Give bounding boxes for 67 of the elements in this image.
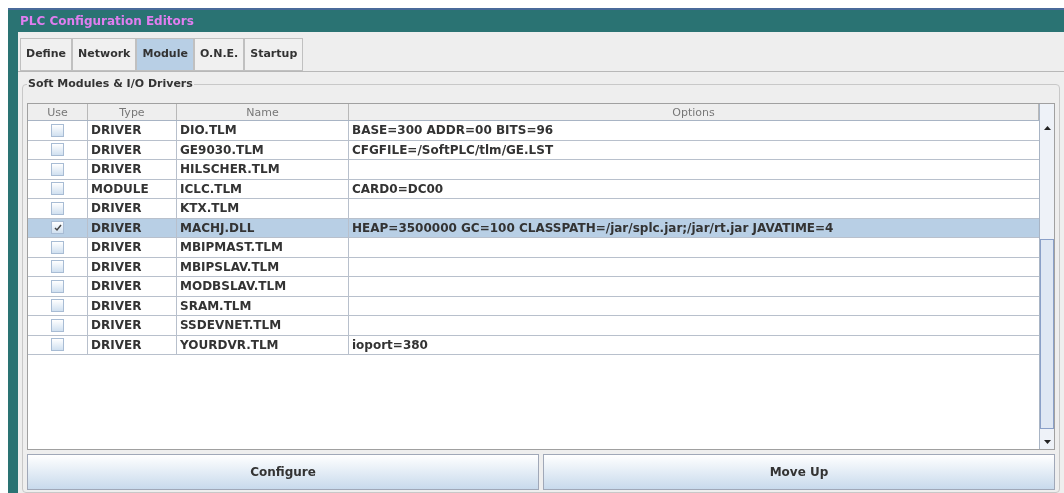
- checkbox[interactable]: [51, 143, 64, 157]
- table-cell-text: SSDEVNET.TLM: [180, 317, 282, 335]
- table-cell-text: CFGFILE=/SoftPLC/tlm/GE.LST: [352, 141, 554, 159]
- tab[interactable]: O.N.E.: [193, 38, 245, 71]
- checkbox[interactable]: [51, 279, 64, 293]
- table-cell-text: ioport=380: [352, 336, 428, 354]
- check-icon: [53, 223, 62, 232]
- table-row[interactable]: DRIVER GE9030.TLM CFGFILE=/SoftPLC/tlm/GE.LST: [28, 140, 1039, 160]
- table-row[interactable]: DRIVER HILSCHER.TLM: [28, 160, 1039, 180]
- checkbox[interactable]: [51, 338, 64, 352]
- table-cell-text: DIO.TLM: [180, 122, 237, 140]
- table-cell-text: DRIVER: [91, 278, 142, 296]
- table-cell-text: HEAP=3500000 GC=100 CLASSPATH=/jar/splc.jar;/jar/rt.jar JAVATIME=4: [352, 219, 834, 237]
- tab[interactable]: Module: [136, 38, 194, 71]
- table-cell-text: MODBSLAV.TLM: [180, 278, 287, 296]
- table-cell-text: BASE=300 ADDR=00 BITS=96: [352, 122, 554, 140]
- table-cell-text: DRIVER: [91, 200, 142, 218]
- table-cell-text: GE9030.TLM: [180, 141, 264, 159]
- checkbox[interactable]: [51, 240, 64, 254]
- table-cell-text: MBIPMAST.TLM: [180, 239, 283, 257]
- checkbox[interactable]: [51, 162, 64, 176]
- table-cell-text: DRIVER: [91, 336, 142, 354]
- scroll-thumb[interactable]: [1040, 239, 1054, 429]
- table-cell-text: MBIPSLAV.TLM: [180, 258, 280, 276]
- table-row[interactable]: DRIVER MACHJ.DLL HEAP=3500000 GC=100 CLASSPATH=/jar/splc.jar;/jar/rt.jar JAVATIME=4: [28, 218, 1039, 238]
- table-cell-text: DRIVER: [91, 297, 142, 315]
- tab[interactable]: Define: [20, 38, 73, 71]
- table-cell-text: CARD0=DC00: [352, 180, 444, 198]
- table-row[interactable]: DRIVER MBIPMAST.TLM: [28, 238, 1039, 258]
- table-cell-text: MODULE: [91, 180, 149, 198]
- table-row[interactable]: MODULE ICLC.TLM CARD0=DC00: [28, 179, 1039, 199]
- checkbox[interactable]: [51, 318, 64, 332]
- table-row[interactable]: DRIVER KTX.TLM: [28, 199, 1039, 219]
- table-row[interactable]: DRIVER MODBSLAV.TLM: [28, 277, 1039, 297]
- scrollbar[interactable]: [1039, 104, 1054, 449]
- column-header[interactable]: Use: [28, 104, 88, 120]
- checkbox[interactable]: [51, 299, 64, 313]
- table-cell-text: DRIVER: [91, 258, 142, 276]
- table-cell-text: DRIVER: [91, 219, 142, 237]
- table-row[interactable]: DRIVER DIO.TLM BASE=300 ADDR=00 BITS=96: [28, 121, 1039, 141]
- window-title: PLC Configuration Editors: [20, 13, 194, 30]
- table-cell-text: DRIVER: [91, 141, 142, 159]
- table-cell-text: SRAM.TLM: [180, 297, 252, 315]
- table-row[interactable]: DRIVER SRAM.TLM: [28, 296, 1039, 316]
- action-button[interactable]: Move Up: [543, 454, 1055, 490]
- table-cell-text: YOURDVR.TLM: [180, 336, 279, 354]
- table-row[interactable]: DRIVER MBIPSLAV.TLM: [28, 257, 1039, 277]
- table-row[interactable]: DRIVER SSDEVNET.TLM: [28, 316, 1039, 336]
- table-cell-text: HILSCHER.TLM: [180, 161, 280, 179]
- table-cell-text: DRIVER: [91, 239, 142, 257]
- tab[interactable]: Network: [72, 38, 137, 71]
- table-cell-text: MACHJ.DLL: [180, 219, 255, 237]
- table-cell-text: DRIVER: [91, 161, 142, 179]
- column-header[interactable]: Type: [88, 104, 177, 120]
- checkbox[interactable]: [51, 260, 64, 274]
- table-row[interactable]: DRIVER YOURDVR.TLM ioport=380: [28, 335, 1039, 355]
- checkbox[interactable]: [51, 123, 64, 137]
- table-cell-text: ICLC.TLM: [180, 180, 243, 198]
- table-cell-text: DRIVER: [91, 317, 142, 335]
- tab[interactable]: Startup: [244, 38, 304, 71]
- checkbox[interactable]: [51, 221, 64, 235]
- action-button[interactable]: Configure: [27, 454, 539, 490]
- checkbox[interactable]: [51, 182, 64, 196]
- table-cell-text: KTX.TLM: [180, 200, 240, 218]
- column-header[interactable]: Name: [177, 104, 349, 120]
- checkbox[interactable]: [51, 201, 64, 215]
- table-cell-text: DRIVER: [91, 122, 142, 140]
